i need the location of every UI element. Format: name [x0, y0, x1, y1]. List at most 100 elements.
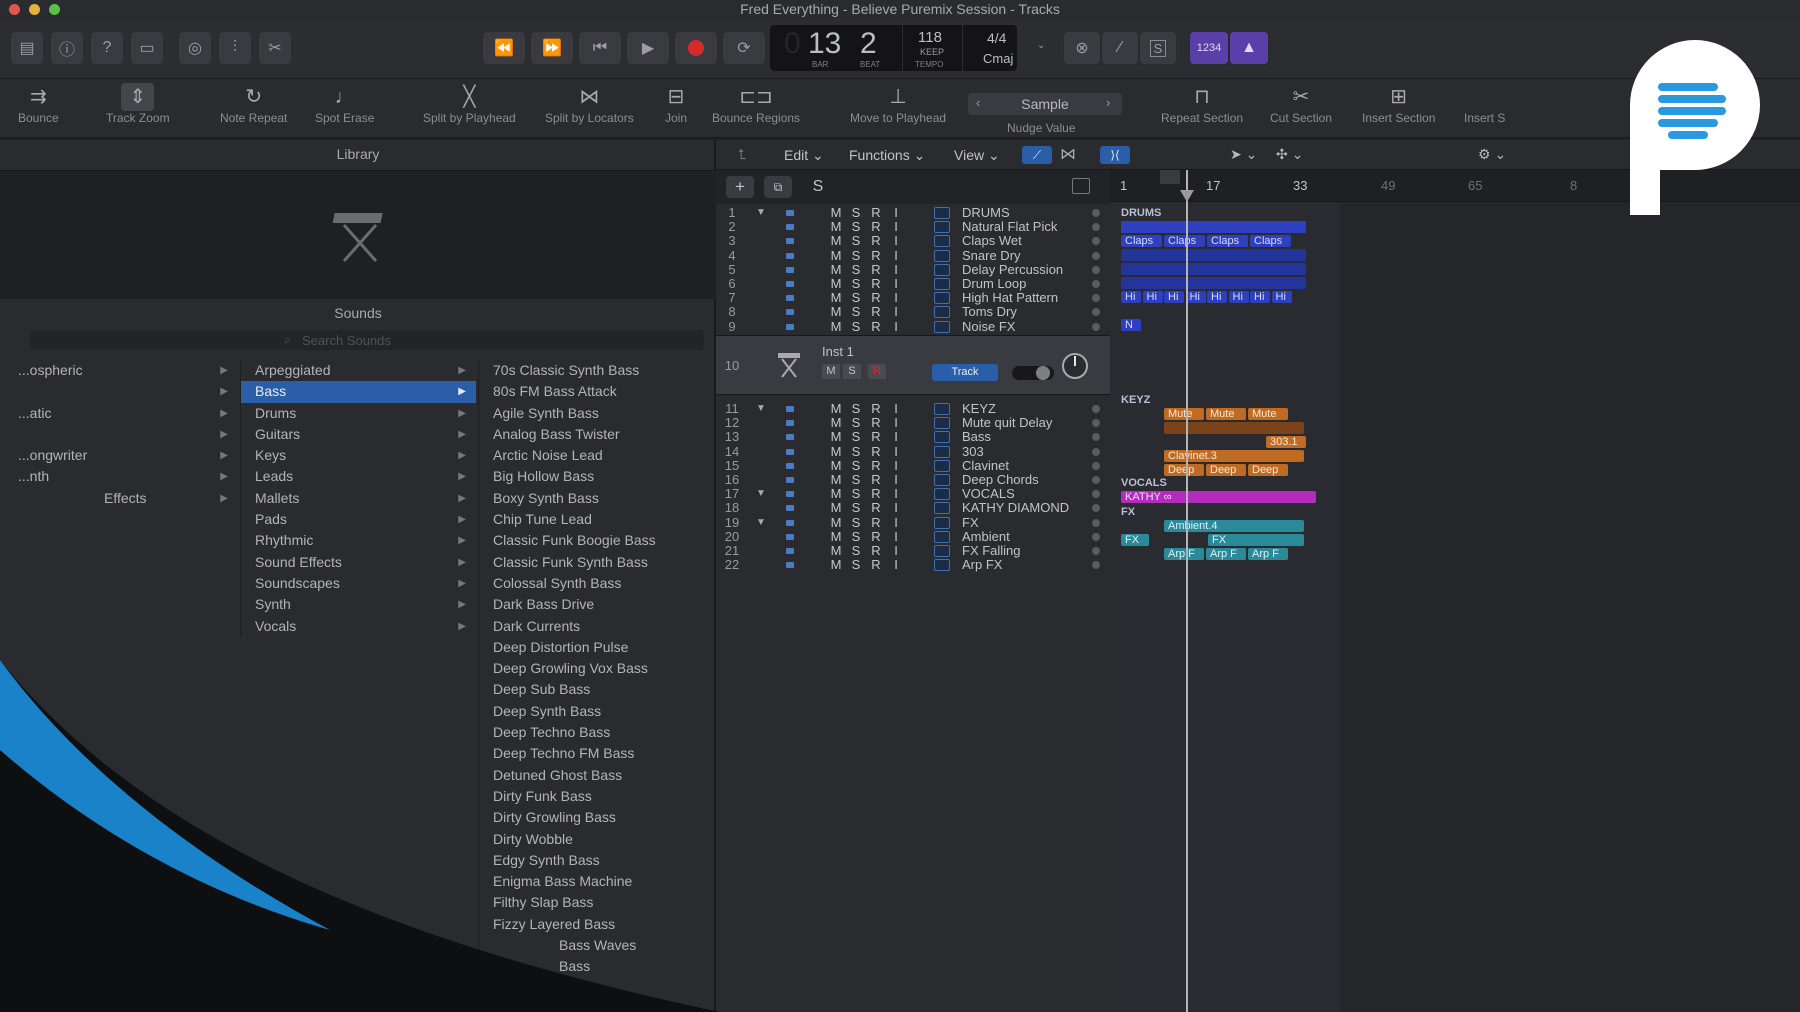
track-name[interactable]: Noise FX [962, 319, 1015, 334]
fast-forward-button[interactable]: ⏩ [530, 31, 574, 65]
input-monitor-button[interactable]: I [886, 544, 906, 558]
split-by-locators-button[interactable]: ⋈ Split by Locators [545, 83, 634, 125]
category-item[interactable]: ...ospheric ▶ [0, 360, 238, 381]
lcd-display[interactable]: 0 13 2 BAR BEAT 118 KEEP TEMPO 4/4 Cmaj [770, 25, 1017, 71]
nudge-value-control[interactable]: ‹ Sample › [968, 93, 1122, 115]
drum-pattern-region[interactable] [1121, 249, 1306, 261]
mute-button[interactable]: M [826, 529, 846, 544]
automation-icon[interactable] [934, 292, 950, 305]
automation-icon[interactable] [934, 235, 950, 248]
pan-knob[interactable] [1062, 353, 1088, 379]
track-row-13[interactable]: 13 M S R I Bass [716, 430, 1110, 444]
automation-icon[interactable] [934, 417, 950, 430]
automation-icon[interactable] [934, 278, 950, 290]
record-enable-button[interactable]: R [866, 220, 886, 234]
claps-region[interactable]: Claps [1207, 235, 1248, 247]
mute-button[interactable]: M [826, 319, 846, 334]
move-to-playhead-button[interactable]: ⊥ Move to Playhead [850, 83, 946, 125]
input-monitor-button[interactable]: I [886, 501, 906, 515]
track-row-9[interactable]: 9 M S R I Noise FX [716, 319, 1110, 334]
solo-button[interactable]: S [846, 544, 866, 558]
close-window-button[interactable] [9, 4, 20, 15]
spot-erase-button[interactable]: ♩ Spot Erase [315, 83, 374, 125]
automation-icon[interactable] [934, 431, 950, 444]
solo-button[interactable]: S [846, 501, 866, 515]
subcategory-item[interactable]: Pads ▶ [241, 509, 476, 530]
deep-chords-region[interactable]: Deep [1164, 464, 1204, 476]
track-row-19[interactable]: 19 ▼ M S R I FX [716, 515, 1110, 530]
track-row-12[interactable]: 12 M S R I Mute quit Delay [716, 416, 1110, 430]
deep-chords-region[interactable]: Deep [1206, 464, 1246, 476]
solo-button[interactable]: S [846, 262, 866, 277]
track-name[interactable]: Inst 1 [822, 344, 854, 359]
solo-button[interactable]: S [846, 430, 866, 444]
automation-icon[interactable] [934, 530, 950, 543]
track-row-11[interactable]: 11 ▼ M S R I KEYZ [716, 402, 1110, 416]
disclosure-triangle-icon[interactable]: ▼ [756, 206, 766, 220]
track-row-15[interactable]: 15 M S R I Clavinet [716, 458, 1110, 473]
disclosure-triangle-icon[interactable]: ▼ [756, 402, 766, 416]
catch-playhead-button[interactable]: ⟩⟨ [1100, 146, 1130, 164]
automation-icon[interactable] [934, 403, 950, 415]
mute-button[interactable]: M [826, 430, 846, 444]
replace-button[interactable]: ⊗ [1063, 31, 1101, 65]
play-button[interactable]: ▶ [626, 31, 670, 65]
zoom-window-button[interactable] [49, 4, 60, 15]
mute-button[interactable]: M [822, 364, 840, 379]
record-enable-button[interactable]: R [866, 544, 886, 558]
toolbar-button[interactable]: ▭ [130, 31, 164, 65]
subcategory-item[interactable]: Rhythmic ▶ [241, 530, 476, 551]
mute-button[interactable]: M [826, 473, 846, 487]
track-row-4[interactable]: 4 M S R I Snare Dry [716, 248, 1110, 263]
insert-s-button[interactable]: Insert S [1464, 83, 1505, 125]
metronome-button[interactable]: ▲ [1229, 31, 1269, 65]
functions-menu[interactable]: Functions ⌄ [849, 147, 925, 164]
hi-hat-region[interactable]: Hi [1250, 291, 1270, 303]
smart-controls-button[interactable]: ◎ [178, 31, 212, 65]
clavinet-region[interactable]: Clavinet.3 [1164, 450, 1304, 462]
automation-icon[interactable] [934, 207, 950, 219]
automation-icon[interactable] [934, 445, 950, 458]
track-name[interactable]: KEYZ [962, 402, 996, 416]
track-name[interactable]: Mute quit Delay [962, 416, 1052, 430]
track-row-10[interactable]: 10 Inst 1 M S R Track [716, 335, 1110, 395]
disclosure-triangle-icon[interactable]: ▼ [756, 516, 766, 530]
edit-menu[interactable]: Edit ⌄ [784, 147, 824, 164]
patch-item[interactable]: Agile Synth Bass [479, 403, 714, 424]
mute-button[interactable]: M [826, 416, 846, 430]
automation-icon[interactable] [934, 474, 950, 486]
category-item[interactable]: ...ongwriter ▶ [0, 445, 238, 466]
deep-chords-region[interactable]: Deep [1248, 464, 1288, 476]
solo-button[interactable]: S [846, 220, 866, 234]
insert-section-button[interactable]: ⊞ Insert Section [1362, 83, 1435, 125]
track-name[interactable]: FX Falling [962, 544, 1021, 558]
playhead[interactable] [1186, 170, 1188, 1012]
track-name[interactable]: Drum Loop [962, 277, 1026, 291]
subcategory-item[interactable]: Soundscapes ▶ [241, 573, 476, 594]
track-name[interactable]: Bass [962, 430, 991, 444]
track-row-14[interactable]: 14 M S R I 303 [716, 444, 1110, 459]
solo-button[interactable]: S [846, 234, 866, 248]
automation-icon[interactable] [934, 488, 950, 501]
track-row-5[interactable]: 5 M S R I Delay Percussion [716, 262, 1110, 277]
mute-button[interactable]: M [826, 234, 846, 248]
patch-item[interactable]: Analog Bass Twister [479, 424, 714, 445]
input-monitor-button[interactable]: I [886, 558, 906, 572]
track-name[interactable]: Snare Dry [962, 248, 1021, 263]
subcategory-item[interactable]: Arpeggiated ▶ [241, 360, 476, 381]
cycle-region[interactable] [1160, 170, 1180, 184]
automation-icon[interactable] [934, 516, 950, 529]
automation-icon[interactable] [934, 559, 950, 572]
hi-hat-region[interactable]: Hi [1142, 291, 1163, 303]
patch-item[interactable]: Classic Funk Synth Bass [479, 552, 714, 573]
global-solo-button[interactable]: S [804, 176, 832, 198]
subcategory-item[interactable]: Guitars ▶ [241, 424, 476, 445]
hi-hat-region[interactable]: Hi [1185, 291, 1206, 303]
input-monitor-button[interactable]: I [886, 402, 906, 416]
track-name[interactable]: Claps Wet [962, 234, 1022, 248]
bounce-button[interactable]: ⇉ Bounce [18, 83, 59, 125]
secondary-tool-icon[interactable]: ✣ ⌄ [1276, 146, 1303, 163]
record-enable-button[interactable]: R [866, 487, 886, 501]
category-item[interactable]: ...nth ▶ [0, 466, 238, 487]
subcategory-item[interactable]: Bass ▶ [241, 381, 476, 403]
